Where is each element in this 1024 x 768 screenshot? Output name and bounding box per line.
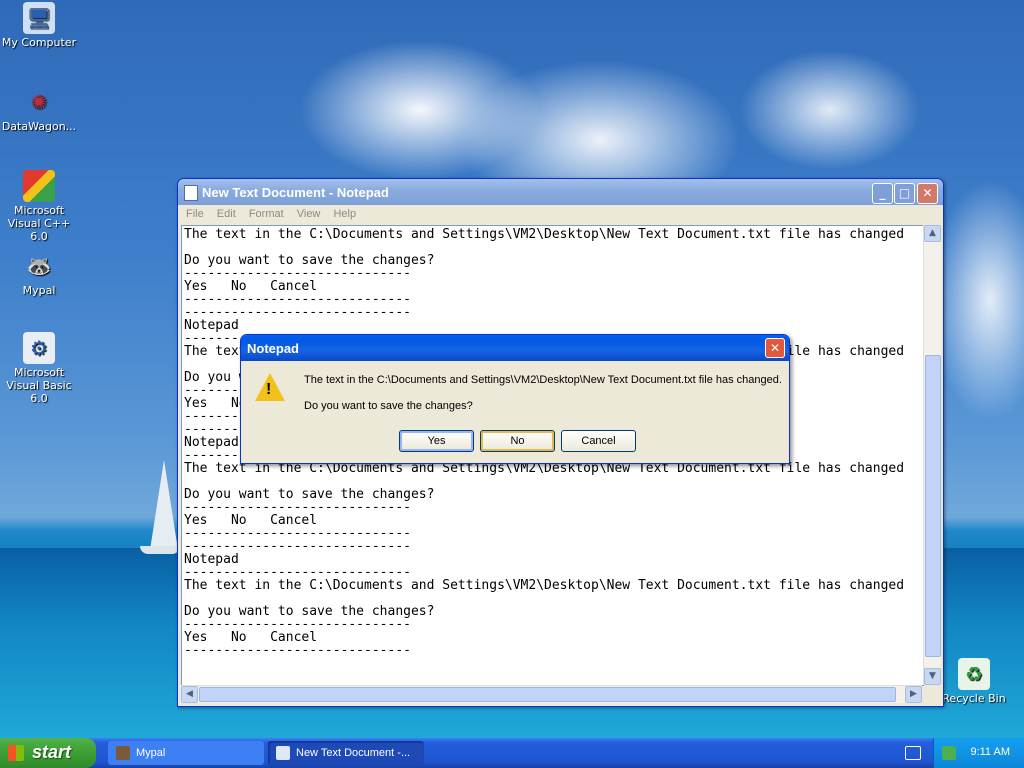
desktop-icon-datawagon[interactable]: ✺ DataWagon... bbox=[0, 86, 78, 134]
scroll-right-arrow-icon[interactable]: ▶ bbox=[905, 686, 922, 703]
keyboard-icon[interactable] bbox=[905, 746, 921, 760]
menu-file[interactable]: File bbox=[181, 206, 209, 222]
sailboat-image bbox=[150, 460, 178, 550]
taskbar-item-label: New Text Document -... bbox=[296, 747, 411, 759]
warning-mark: ! bbox=[266, 381, 272, 398]
yes-button[interactable]: Yes bbox=[399, 430, 474, 452]
start-label: start bbox=[32, 742, 72, 762]
taskbar-item-notepad[interactable]: New Text Document -... bbox=[268, 741, 424, 765]
computer-icon: 🖥 bbox=[23, 2, 55, 34]
save-changes-dialog: Notepad ✕ ! The text in the C:\Documents… bbox=[240, 334, 790, 464]
visual-cpp-icon bbox=[23, 170, 55, 202]
taskbar-item-label: Mypal bbox=[136, 747, 166, 759]
horizontal-scrollbar[interactable]: ◀ ▶ bbox=[181, 685, 922, 703]
vertical-scroll-thumb[interactable] bbox=[925, 355, 941, 657]
scroll-left-arrow-icon[interactable]: ◀ bbox=[181, 686, 198, 703]
mypal-icon: 🦝 bbox=[26, 253, 52, 278]
windows-logo-icon bbox=[8, 745, 24, 761]
datawagon-icon: ✺ bbox=[30, 89, 48, 114]
menu-help[interactable]: Help bbox=[328, 206, 361, 222]
notepad-title: New Text Document - Notepad bbox=[202, 185, 389, 200]
desktop-icon-label: Recycle Bin bbox=[942, 692, 1006, 705]
scroll-up-arrow-icon[interactable]: ▲ bbox=[924, 225, 941, 242]
close-button[interactable]: ✕ bbox=[917, 183, 938, 204]
desktop-icon-visual-basic[interactable]: ⚙ Microsoft Visual Basic 6.0 bbox=[0, 332, 78, 405]
mypal-icon bbox=[116, 746, 130, 760]
horizontal-scroll-thumb[interactable] bbox=[199, 687, 896, 702]
menu-format[interactable]: Format bbox=[244, 206, 289, 222]
desktop-icon-label: DataWagon... bbox=[1, 120, 77, 133]
desktop-icon-visual-cpp[interactable]: Microsoft Visual C++ 6.0 bbox=[0, 170, 78, 243]
visual-basic-icon: ⚙ bbox=[23, 332, 55, 364]
desktop-icon-mypal[interactable]: 🦝 Mypal bbox=[0, 250, 78, 298]
desktop-icon-label: Microsoft Visual Basic 6.0 bbox=[6, 366, 72, 405]
notepad-titlebar[interactable]: New Text Document - Notepad _ □ ✕ bbox=[178, 179, 943, 205]
dialog-titlebar[interactable]: Notepad ✕ bbox=[241, 335, 789, 361]
dialog-title: Notepad bbox=[247, 341, 299, 356]
clock[interactable]: 9:11 AM bbox=[970, 746, 1010, 758]
notepad-icon bbox=[184, 185, 198, 201]
taskbar-item-mypal[interactable]: Mypal bbox=[108, 741, 264, 765]
notepad-icon bbox=[276, 746, 290, 760]
menu-view[interactable]: View bbox=[292, 206, 326, 222]
desktop-icon-recycle-bin[interactable]: ♻ Recycle Bin bbox=[935, 658, 1013, 705]
dialog-message: The text in the C:\Documents and Setting… bbox=[304, 374, 782, 386]
start-button[interactable]: start bbox=[0, 738, 96, 768]
desktop-icon-my-computer[interactable]: 🖥 My Computer bbox=[0, 2, 78, 49]
maximize-button[interactable]: □ bbox=[894, 183, 915, 204]
vertical-scrollbar[interactable]: ▲ ▼ bbox=[923, 225, 941, 685]
scroll-down-arrow-icon[interactable]: ▼ bbox=[924, 668, 941, 685]
menu-edit[interactable]: Edit bbox=[212, 206, 241, 222]
recycle-bin-icon: ♻ bbox=[958, 658, 990, 690]
network-icon[interactable] bbox=[942, 746, 956, 760]
desktop-icon-label: Microsoft Visual C++ 6.0 bbox=[7, 204, 71, 243]
system-tray: 9:11 AM bbox=[933, 738, 1024, 768]
dialog-question: Do you want to save the changes? bbox=[304, 400, 473, 412]
menu-bar: File Edit Format View Help bbox=[181, 206, 940, 224]
taskbar: start Mypal New Text Document -... 9:11 … bbox=[0, 738, 1024, 768]
cancel-button[interactable]: Cancel bbox=[561, 430, 636, 452]
dialog-close-button[interactable]: ✕ bbox=[765, 338, 785, 358]
desktop-icon-label: My Computer bbox=[1, 36, 77, 49]
minimize-button[interactable]: _ bbox=[872, 183, 893, 204]
no-button[interactable]: No bbox=[480, 430, 555, 452]
sailboat-hull bbox=[140, 546, 180, 554]
desktop-icon-label: Mypal bbox=[22, 284, 56, 297]
